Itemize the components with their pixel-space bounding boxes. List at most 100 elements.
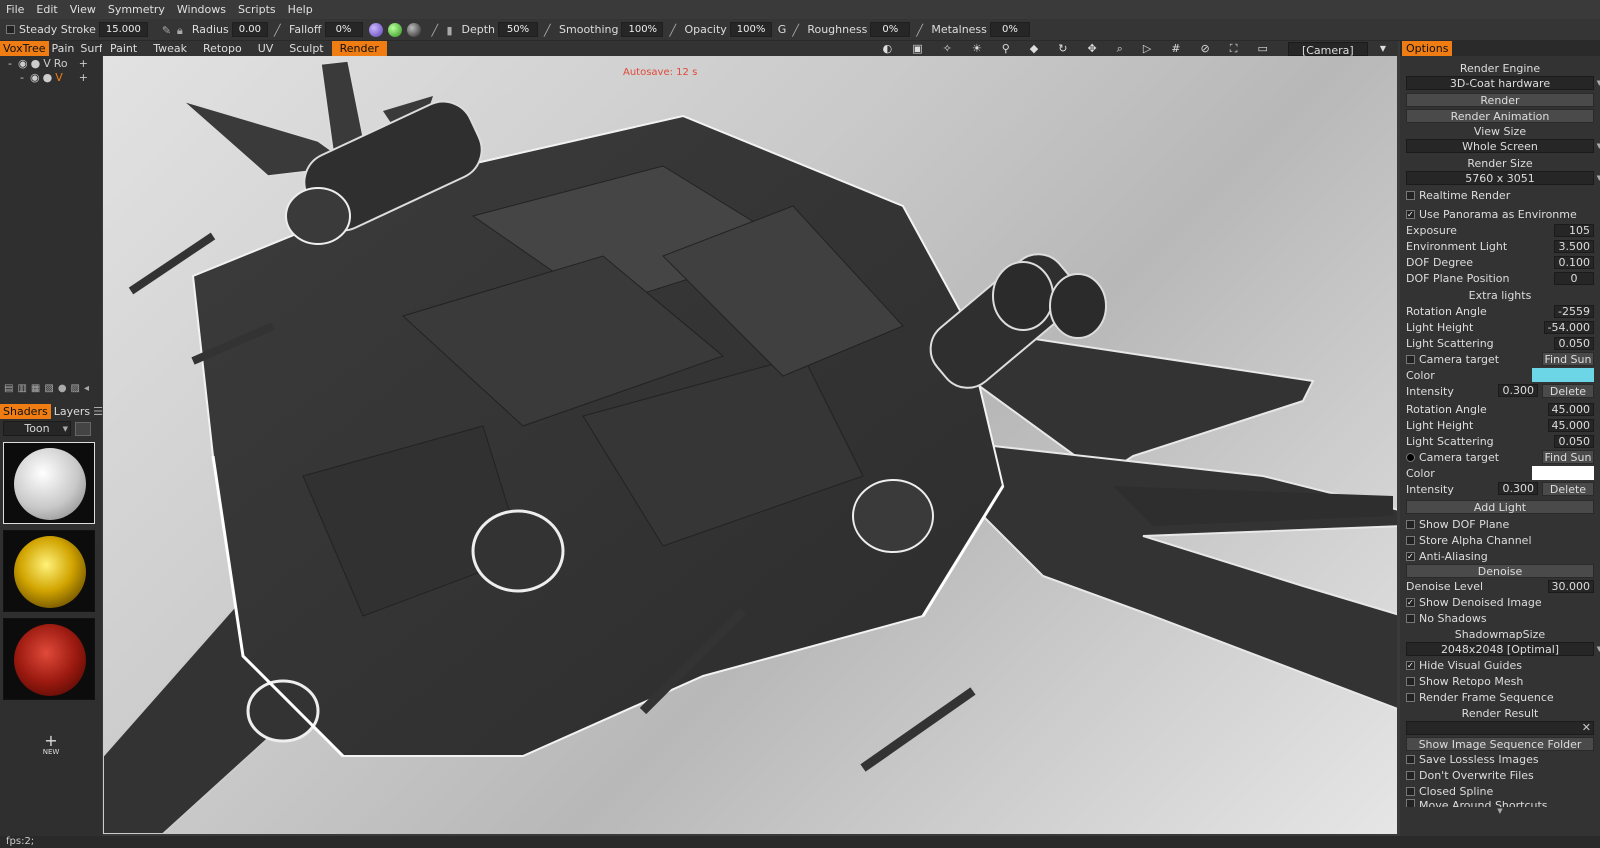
show-dof-checkbox[interactable]	[1406, 519, 1415, 529]
light2-scatter-value[interactable]: 0.050	[1554, 434, 1594, 448]
closed-spline-row[interactable]: Closed Spline	[1400, 783, 1600, 799]
light1-delete-button[interactable]: Delete	[1542, 384, 1594, 398]
wand-icon[interactable]: ⚲	[994, 41, 1018, 56]
menu-file[interactable]: File	[0, 3, 30, 16]
merge-icon[interactable]: ▨	[71, 383, 80, 394]
hide-guides-row[interactable]: ✓ Hide Visual Guides	[1400, 657, 1600, 673]
render-result-field[interactable]: ✕	[1406, 721, 1594, 735]
tab-layers[interactable]: Layers	[51, 404, 93, 419]
menu-view[interactable]: View	[64, 3, 102, 16]
play-icon[interactable]: ▷	[1135, 41, 1159, 56]
move-around-checkbox[interactable]	[1406, 799, 1415, 807]
light2-delete-button[interactable]: Delete	[1542, 482, 1594, 496]
grid-icon[interactable]: #	[1163, 41, 1188, 56]
render-engine-select[interactable]: 3D-Coat hardware	[1406, 76, 1600, 90]
shader-grid-icon[interactable]	[75, 421, 91, 436]
render-size-select[interactable]: 5760 x 3051	[1406, 171, 1600, 185]
eye-icon[interactable]: ◉	[30, 71, 40, 84]
opacity-value[interactable]: 100%	[729, 22, 772, 37]
tree-row[interactable]: - ◉ ● V Ro +	[0, 56, 102, 70]
smoothing-value[interactable]: 100%	[621, 22, 664, 37]
scroll-down-icon[interactable]: ▼	[1400, 807, 1600, 815]
shadowmap-select[interactable]: 2048x2048 [Optimal]	[1406, 642, 1600, 656]
tab-paint-objects[interactable]: Pain	[49, 41, 78, 56]
closed-spline-checkbox[interactable]	[1406, 786, 1415, 796]
smoothing-pen-icon[interactable]: ╱	[544, 24, 556, 37]
shader-thumb-gold[interactable]	[3, 530, 95, 612]
lock-icon[interactable]: 🔒︎	[177, 24, 189, 37]
light1-camera-target-checkbox[interactable]	[1406, 354, 1415, 364]
show-retopo-checkbox[interactable]	[1406, 676, 1415, 686]
roughness-value[interactable]: 0%	[870, 22, 911, 37]
falloff-value[interactable]: 0%	[324, 22, 363, 37]
radius-value[interactable]: 0.00	[231, 22, 269, 37]
render-seq-checkbox[interactable]	[1406, 692, 1415, 702]
steady-stroke-value[interactable]: 15.000	[98, 22, 148, 37]
close-icon[interactable]: ✕	[1582, 721, 1591, 734]
rotate-icon[interactable]: ↻	[1050, 41, 1075, 56]
menu-scripts[interactable]: Scripts	[232, 3, 282, 16]
move-around-row[interactable]: Move Around Shortcuts	[1400, 799, 1600, 807]
new-folder-icon[interactable]: ▤	[4, 383, 13, 394]
material-sphere-icon[interactable]	[368, 22, 383, 37]
show-folder-button[interactable]: Show Image Sequence Folder	[1406, 737, 1594, 751]
chevron-down-icon[interactable]: ▼	[1372, 41, 1394, 56]
hide-guides-checkbox[interactable]: ✓	[1406, 660, 1415, 670]
collapse-icon[interactable]: -	[20, 71, 24, 84]
light2-rotation-value[interactable]: 45.000	[1547, 402, 1594, 416]
contrast-icon[interactable]: ◐	[875, 41, 901, 56]
light2-intensity-value[interactable]: 0.300	[1498, 482, 1538, 495]
view-size-select[interactable]: Whole Screen	[1406, 139, 1600, 153]
sphere-icon[interactable]: ●	[58, 383, 67, 394]
light1-rotation-value[interactable]: -2559	[1554, 304, 1594, 318]
anti-alias-checkbox[interactable]: ✓	[1406, 551, 1415, 561]
camera-select[interactable]: [Camera]	[1287, 41, 1368, 57]
menu-symmetry[interactable]: Symmetry	[102, 3, 171, 16]
menu-edit[interactable]: Edit	[30, 3, 63, 16]
ghost-icon[interactable]: ●	[31, 57, 41, 70]
render-button[interactable]: Render	[1406, 93, 1594, 107]
use-panorama-row[interactable]: ✓ Use Panorama as Environme	[1400, 206, 1600, 222]
ghost-icon[interactable]: ●	[43, 71, 53, 84]
light1-height-value[interactable]: -54.000	[1543, 320, 1594, 334]
store-alpha-row[interactable]: Store Alpha Channel	[1400, 532, 1600, 548]
steady-stroke-checkbox[interactable]	[6, 25, 15, 34]
frame-icon[interactable]: ▭	[1249, 41, 1275, 56]
add-icon[interactable]: +	[79, 71, 88, 84]
light2-height-value[interactable]: 45.000	[1547, 418, 1594, 432]
options-tab[interactable]: Options	[1402, 41, 1453, 56]
arrow-icon[interactable]: ◂	[84, 383, 89, 394]
light2-find-sun-button[interactable]: Find Sun	[1542, 450, 1594, 464]
dof-degree-value[interactable]: 0.100	[1554, 255, 1594, 269]
tab-uv[interactable]: UV	[250, 41, 282, 56]
move-icon[interactable]: ✥	[1079, 41, 1104, 56]
denoise-button[interactable]: Denoise	[1406, 564, 1594, 578]
save-lossless-checkbox[interactable]	[1406, 754, 1415, 764]
drop-icon[interactable]: ◆	[1022, 41, 1046, 56]
tab-retopo[interactable]: Retopo	[195, 41, 250, 56]
anti-alias-row[interactable]: ✓ Anti-Aliasing	[1400, 548, 1600, 564]
roughness-pen-icon[interactable]: ╱	[792, 24, 804, 37]
collapse-icon[interactable]: -	[8, 57, 12, 70]
fit-icon[interactable]: ⛶	[1222, 41, 1246, 56]
shader-thumb-white[interactable]	[3, 442, 95, 524]
shader-thumb-red[interactable]	[3, 618, 95, 700]
render-animation-button[interactable]: Render Animation	[1406, 109, 1594, 123]
show-denoised-checkbox[interactable]: ✓	[1406, 597, 1415, 607]
exposure-value[interactable]: 105	[1554, 223, 1594, 237]
tab-render[interactable]: Render	[331, 41, 387, 56]
menu-help[interactable]: Help	[282, 3, 319, 16]
trash-icon[interactable]: ▥	[17, 383, 26, 394]
new-shader-button[interactable]: + NEW	[0, 733, 102, 757]
menu-windows[interactable]: Windows	[171, 3, 232, 16]
light1-intensity-value[interactable]: 0.300	[1498, 384, 1538, 397]
store-alpha-checkbox[interactable]	[1406, 535, 1415, 545]
add-icon[interactable]: +	[79, 57, 88, 70]
show-dof-row[interactable]: Show DOF Plane	[1400, 516, 1600, 532]
denoise-level-value[interactable]: 30.000	[1547, 579, 1594, 593]
clone-icon[interactable]: ▧	[44, 383, 53, 394]
tab-tweak[interactable]: Tweak	[145, 41, 195, 56]
panel-menu-icon[interactable]: ☰	[93, 405, 103, 418]
realtime-render-checkbox[interactable]	[1406, 190, 1415, 200]
eye-icon[interactable]: ◉	[18, 57, 28, 70]
